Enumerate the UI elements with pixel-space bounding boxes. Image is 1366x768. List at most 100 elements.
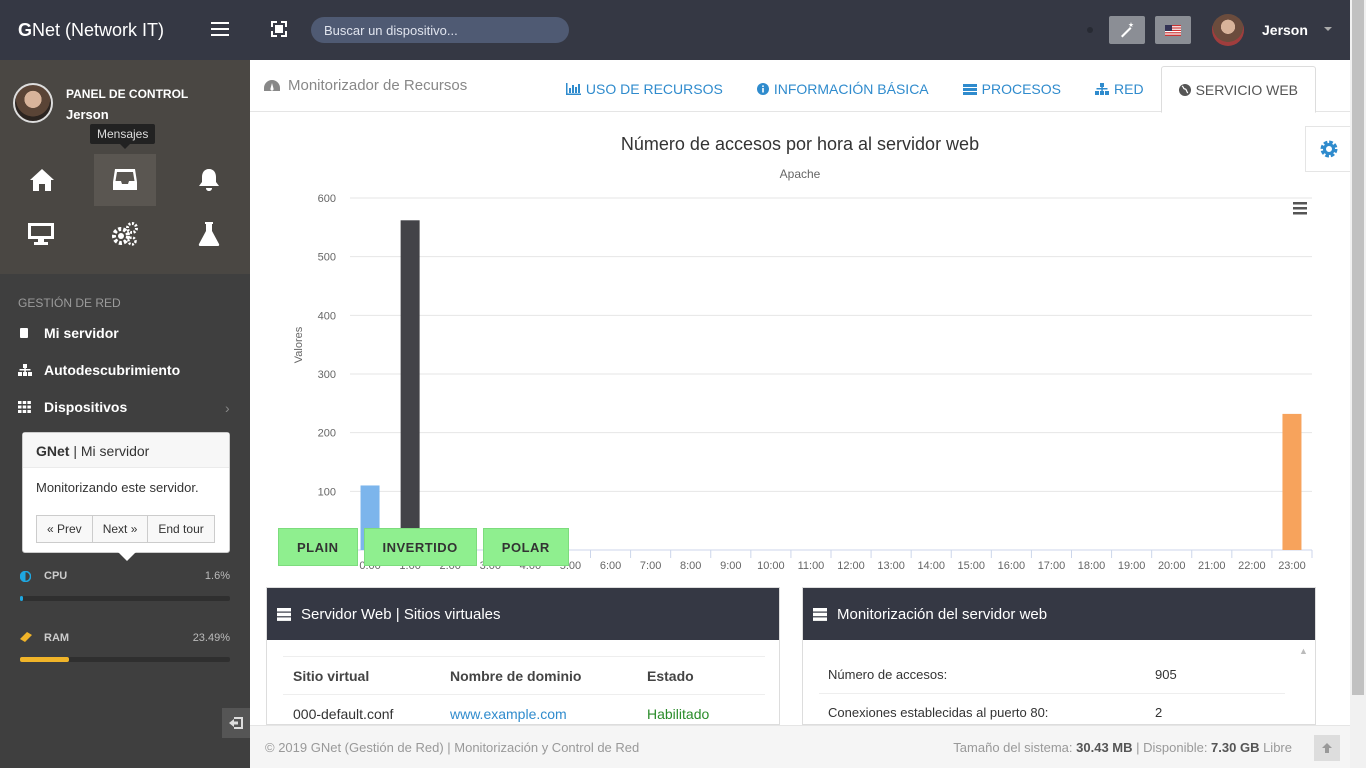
server-icon <box>18 327 44 339</box>
top-avatar[interactable] <box>1212 14 1244 46</box>
tour-prev-button[interactable]: « Prev <box>36 515 93 543</box>
scroll-up-icon[interactable]: ▲ <box>1299 646 1309 660</box>
tour-next-button[interactable]: Next » <box>92 515 149 543</box>
vhosts-panel-header: Servidor Web | Sitios virtuales <box>267 588 779 640</box>
x-tick-label: 17:00 <box>1038 560 1066 572</box>
x-tick-label: 18:00 <box>1078 560 1106 572</box>
status-dot <box>1087 27 1093 33</box>
tour-end-button[interactable]: End tour <box>148 515 215 543</box>
access-chart: Número de accesos por hora al servidor w… <box>293 134 1313 572</box>
x-tick-label: 21:00 <box>1198 560 1226 572</box>
logout-button[interactable] <box>222 708 250 738</box>
magic-wand-button[interactable] <box>1109 16 1145 44</box>
ram-label: RAM <box>44 632 70 644</box>
sidebar-item-mi-servidor[interactable]: Mi servidor <box>18 325 119 341</box>
cpu-progress-bar <box>20 596 230 601</box>
y-tick-label: 400 <box>318 310 336 322</box>
avatar <box>13 83 53 123</box>
arrow-up-icon <box>1322 743 1332 753</box>
polar-button[interactable]: POLAR <box>482 528 569 566</box>
table-header-row: Sitio virtual Nombre de dominio Estado <box>283 657 765 695</box>
caret-down-icon[interactable] <box>1324 27 1332 31</box>
sitemap-icon <box>1095 83 1109 95</box>
search-input[interactable] <box>311 17 569 43</box>
metric-value: 2 <box>1155 705 1163 720</box>
invertido-button[interactable]: INVERTIDO <box>363 528 477 566</box>
y-tick-label: 300 <box>318 369 336 381</box>
x-tick-label: 14:00 <box>917 560 945 572</box>
column-header: Nombre de dominio <box>450 667 582 684</box>
cpu-value: 1.6% <box>204 570 230 582</box>
footer: © 2019 GNet (Gestión de Red) | Monitoriz… <box>250 725 1350 768</box>
flask-icon[interactable] <box>178 208 240 260</box>
desktop-icon[interactable] <box>10 208 72 260</box>
x-tick-label: 22:00 <box>1238 560 1266 572</box>
tab-uso-de-recursos[interactable]: USO DE RECURSOS <box>549 66 740 112</box>
server-icon <box>813 607 827 621</box>
cpu-label: CPU <box>44 570 68 582</box>
ram-progress-bar <box>20 657 230 662</box>
vhosts-table: Sitio virtual Nombre de dominio Estado 0… <box>283 656 765 724</box>
table-row: Número de accesos: 905 <box>819 656 1285 694</box>
quick-access-grid <box>0 144 250 274</box>
fullscreen-icon[interactable] <box>270 20 288 38</box>
info-icon <box>756 83 769 95</box>
tab-servicio-web[interactable]: SERVICIO WEB <box>1160 66 1316 113</box>
chevron-right-icon: › <box>225 400 230 416</box>
list-icon <box>962 83 977 95</box>
top-user-name[interactable]: Jerson <box>1262 22 1308 38</box>
x-tick-label: 19:00 <box>1118 560 1146 572</box>
settings-gear-button[interactable] <box>1305 126 1351 172</box>
column-header: Estado <box>647 667 694 684</box>
top-bar: Jerson <box>250 0 1350 60</box>
y-tick-label: 500 <box>318 252 336 264</box>
footer-disk-info: Tamaño del sistema: 30.43 MB | Disponibl… <box>953 740 1292 755</box>
x-tick-label: 10:00 <box>757 560 785 572</box>
x-tick-label: 16:00 <box>998 560 1026 572</box>
gear-icon <box>1320 140 1337 158</box>
tab-red[interactable]: RED <box>1078 66 1161 112</box>
tour-title: GNet | Mi servidor <box>23 433 229 468</box>
tab-informacion-basica[interactable]: INFORMACIÓN BÁSICA <box>740 66 946 112</box>
x-tick-label: 8:00 <box>680 560 701 572</box>
home-icon[interactable] <box>11 154 73 206</box>
footer-copyright: © 2019 GNet (Gestión de Red) | Monitoriz… <box>265 740 640 755</box>
language-button[interactable] <box>1155 16 1191 44</box>
scroll-top-button[interactable] <box>1314 735 1340 761</box>
sidebar-item-autodescubrimiento[interactable]: Autodescubrimiento <box>18 362 180 378</box>
metric-value: 905 <box>1155 667 1177 682</box>
tour-popover: GNet | Mi servidor Monitorizando este se… <box>22 432 230 561</box>
y-tick-label: 600 <box>318 193 336 205</box>
chart-grid: 0100200300400500600 <box>318 193 1312 557</box>
menu-toggle-icon[interactable] <box>211 22 229 36</box>
x-tick-label: 23:00 <box>1278 560 1306 572</box>
x-tick-label: 9:00 <box>720 560 741 572</box>
us-flag-icon <box>1165 24 1181 36</box>
x-tick-label: 6:00 <box>600 560 621 572</box>
plain-button[interactable]: PLAIN <box>278 528 358 566</box>
gears-icon[interactable] <box>94 208 156 260</box>
sidebar: GNet (Network IT) PANEL DE CONTROL Jerso… <box>0 0 250 768</box>
bell-icon[interactable] <box>178 154 240 206</box>
domain-link[interactable]: www.example.com <box>440 706 637 722</box>
bar-chart-icon <box>565 83 581 95</box>
sign-out-icon <box>229 717 243 729</box>
chart-menu-icon[interactable] <box>1293 201 1307 215</box>
tab-procesos[interactable]: PROCESOS <box>946 66 1078 112</box>
cpu-progress-fill <box>20 596 24 601</box>
vhosts-panel: Servidor Web | Sitios virtuales Sitio vi… <box>266 587 780 725</box>
table-row: Conexiones establecidas al puerto 80: 2 <box>819 694 1285 724</box>
metric-label: Número de accesos: <box>828 667 948 682</box>
chart-bar[interactable] <box>1282 413 1302 550</box>
inbox-icon[interactable] <box>94 154 156 206</box>
magic-wand-icon <box>1121 22 1134 38</box>
messages-tooltip: Mensajes <box>90 124 156 149</box>
page-scrollbar[interactable] <box>1350 0 1366 768</box>
chart-bars <box>360 220 1302 550</box>
chart-bar[interactable] <box>400 220 420 550</box>
sidebar-item-dispositivos[interactable]: Dispositivos <box>18 399 127 415</box>
nav-section-header: GESTIÓN DE RED <box>18 296 121 310</box>
scrollbar-thumb[interactable] <box>1352 0 1364 695</box>
chart-y-axis-label: Valores <box>293 326 305 363</box>
dashboard-icon <box>264 79 280 91</box>
